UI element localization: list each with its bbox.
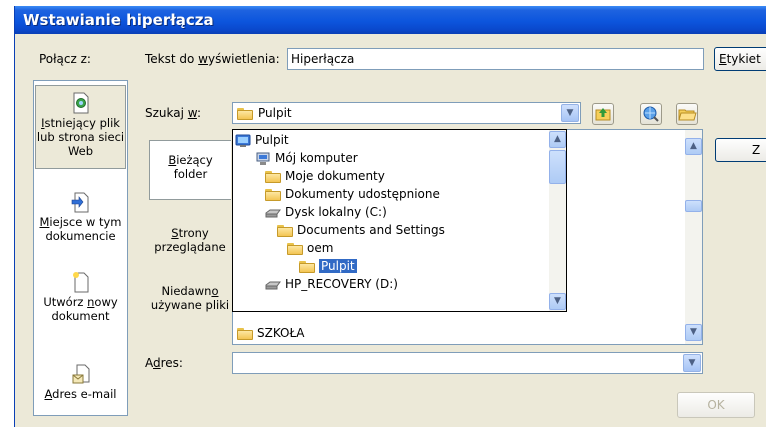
scroll-up-arrow[interactable]: ▲ bbox=[685, 138, 702, 155]
file-list-scrollbar[interactable] bbox=[685, 130, 702, 344]
look-in-dropdown-list[interactable]: Pulpit Mój komputer Moje dokumenty Dokum… bbox=[232, 129, 567, 312]
folder-icon bbox=[287, 242, 303, 255]
scroll-down-arrow[interactable]: ▼ bbox=[549, 293, 566, 310]
browsed-pages-tab[interactable]: Strony przeglądane bbox=[149, 226, 231, 266]
list-item[interactable]: Dokumenty udostępnione bbox=[265, 185, 440, 203]
right-side-button[interactable]: Z bbox=[715, 138, 766, 162]
list-item-selected[interactable]: Pulpit bbox=[299, 257, 357, 275]
folder-icon bbox=[299, 260, 315, 273]
email-icon bbox=[72, 364, 89, 384]
list-item[interactable]: oem bbox=[287, 239, 333, 257]
ok-button[interactable]: OK bbox=[677, 392, 755, 418]
open-folder-icon bbox=[678, 109, 697, 121]
browse-web-icon bbox=[643, 106, 659, 122]
bookmark-button[interactable]: Etykiet bbox=[714, 47, 766, 71]
browse-web-button[interactable] bbox=[640, 103, 662, 125]
place-in-document-icon bbox=[71, 192, 88, 213]
list-item[interactable]: Dysk lokalny (C:) bbox=[265, 203, 387, 221]
title-bar[interactable]: Wstawianie hiperłącza bbox=[15, 6, 766, 34]
drive-icon bbox=[265, 209, 281, 217]
window-title: Wstawianie hiperłącza bbox=[23, 11, 214, 29]
scroll-thumb[interactable] bbox=[549, 150, 566, 184]
link-to-bar: Istniejący plik lub strona sieci Web Mie… bbox=[33, 80, 128, 416]
link-new-document[interactable]: Utwórz nowy dokument bbox=[34, 271, 127, 331]
link-existing-file[interactable]: Istniejący plik lub strona sieci Web bbox=[35, 85, 126, 169]
look-in-dropdown-arrow[interactable]: ▼ bbox=[561, 104, 579, 122]
display-text-label: Tekst do wyświetlenia: bbox=[145, 52, 280, 66]
existing-file-icon bbox=[73, 92, 88, 114]
link-email-address[interactable]: Adres e-mail bbox=[34, 363, 127, 411]
address-input[interactable] bbox=[232, 352, 703, 374]
list-item[interactable]: SZKOŁA bbox=[237, 324, 304, 342]
desktop-icon bbox=[235, 134, 251, 147]
look-in-label: Szukaj w: bbox=[145, 106, 201, 120]
folder-icon bbox=[237, 107, 253, 120]
list-item[interactable]: Documents and Settings bbox=[277, 221, 445, 239]
scroll-down-arrow[interactable]: ▼ bbox=[685, 324, 702, 341]
folder-icon bbox=[265, 188, 281, 201]
browse-file-button[interactable] bbox=[676, 103, 698, 125]
folder-icon bbox=[237, 327, 253, 340]
look-in-combobox[interactable]: Pulpit bbox=[232, 102, 581, 124]
up-folder-icon bbox=[595, 108, 611, 121]
display-text-input[interactable]: Hiperłącza bbox=[287, 48, 704, 70]
drive-icon bbox=[265, 281, 281, 289]
list-item[interactable]: Mój komputer bbox=[255, 149, 358, 167]
scroll-up-arrow[interactable]: ▲ bbox=[549, 131, 566, 148]
folder-icon bbox=[265, 170, 281, 183]
folder-icon bbox=[277, 224, 293, 237]
new-document-icon bbox=[72, 272, 88, 293]
link-place-in-document[interactable]: Miejsce w tym dokumencie bbox=[34, 191, 127, 251]
my-computer-icon bbox=[256, 152, 270, 165]
up-one-folder-button[interactable] bbox=[592, 103, 614, 125]
recent-files-tab[interactable]: Niedawno używane pliki bbox=[149, 284, 231, 340]
list-item[interactable]: Moje dokumenty bbox=[265, 167, 385, 185]
browse-view-bar: Bieżący folder Strony przeglądane Niedaw… bbox=[149, 132, 231, 344]
scroll-thumb[interactable] bbox=[685, 200, 702, 212]
link-to-label: Połącz z: bbox=[39, 52, 91, 66]
insert-hyperlink-dialog: Wstawianie hiperłącza Połącz z: Tekst do… bbox=[14, 6, 766, 427]
address-label: Adres: bbox=[145, 356, 183, 370]
list-item[interactable]: HP_RECOVERY (D:) bbox=[265, 275, 398, 293]
current-folder-tab[interactable]: Bieżący folder bbox=[149, 140, 231, 200]
address-dropdown-arrow[interactable]: ▼ bbox=[683, 354, 701, 372]
list-item[interactable]: Pulpit bbox=[235, 131, 289, 149]
